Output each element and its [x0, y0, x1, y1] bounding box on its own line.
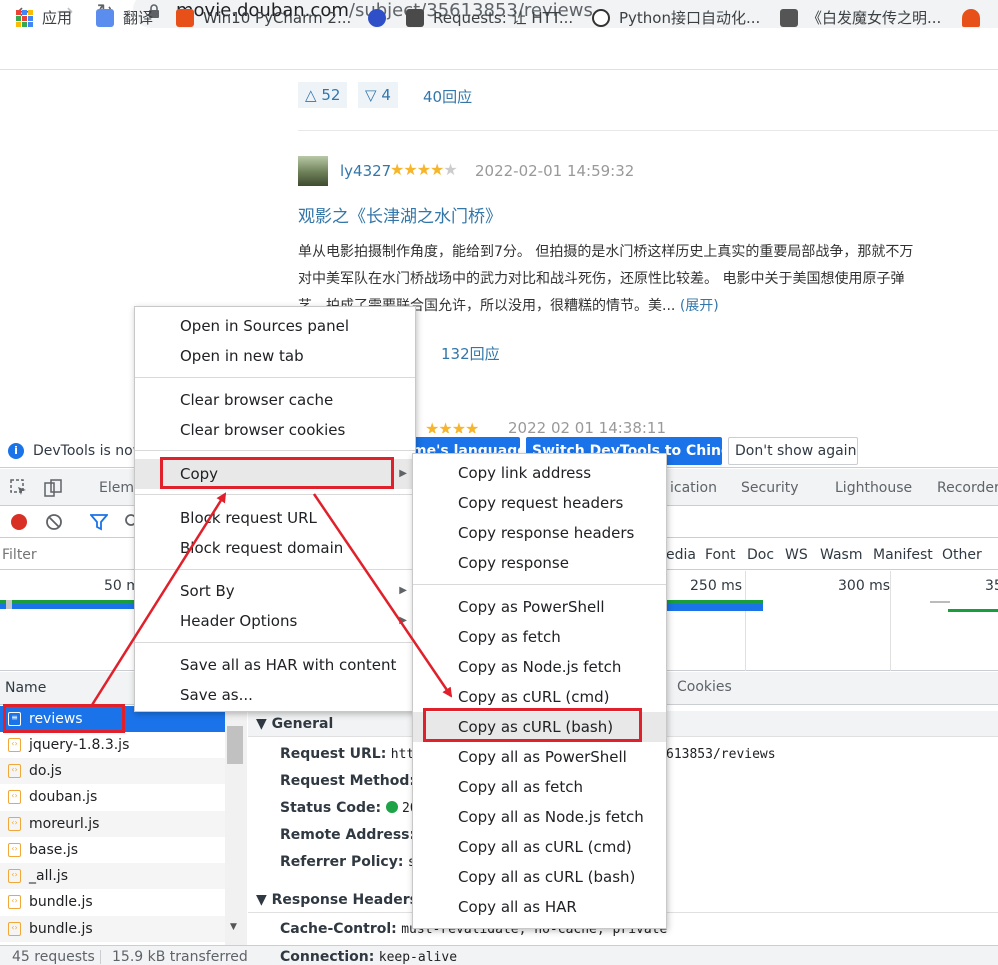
arrow-to-copy — [90, 492, 227, 706]
arrow-to-curl — [312, 493, 453, 698]
annotation-arrows — [90, 492, 453, 706]
